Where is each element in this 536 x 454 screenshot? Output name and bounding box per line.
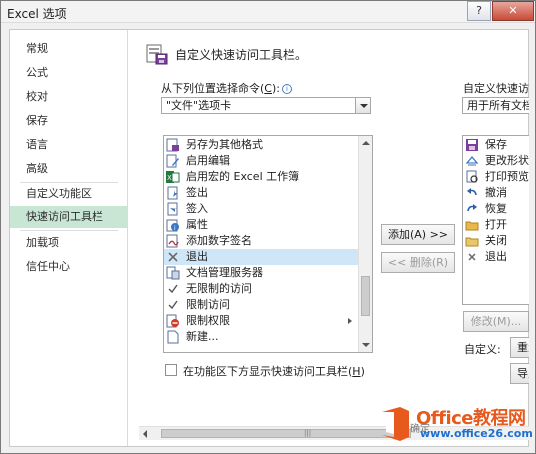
list-item[interactable]: 添加数字签名	[164, 233, 358, 249]
customizations-label: 自定义:	[464, 343, 501, 356]
open-folder-icon	[465, 221, 479, 231]
grip-icon: |||	[304, 429, 312, 437]
redo-icon	[467, 204, 477, 212]
quick-access-toolbar-icon	[146, 44, 168, 65]
print-preview-icon	[466, 170, 478, 183]
chevron-down-icon[interactable]	[355, 98, 370, 113]
list-item[interactable]: 限制权限	[164, 313, 358, 329]
sidebar-item-trust-center[interactable]: 信任中心	[10, 256, 127, 278]
check-in-icon	[167, 202, 178, 216]
change-shape-icon	[465, 155, 479, 166]
list-item[interactable]: 打印预览	[463, 169, 529, 185]
list-item[interactable]: 关闭	[463, 233, 529, 249]
dialog-content: 常规 公式 校对 保存 语言 高级 自定义功能区 快速访问工具栏 加载项 信任中…	[9, 29, 533, 448]
undo-icon	[467, 188, 477, 196]
properties-icon: i	[166, 219, 179, 232]
new-document-icon	[167, 330, 179, 344]
excel-macro-workbook-icon: X	[166, 171, 180, 183]
restrict-permission-icon	[166, 314, 179, 328]
svg-text:X: X	[167, 174, 172, 182]
customize-toolbar-dropdown[interactable]: 用于所有文档(	[462, 97, 529, 114]
list-item[interactable]: 撤消	[463, 185, 529, 201]
toolbar-items-list[interactable]: 保存 更改形状 打印预览 撤消 恢复 打开 关闭 退出	[462, 135, 529, 305]
scroll-left-icon[interactable]	[143, 430, 147, 438]
list-item[interactable]: i 属性	[164, 217, 358, 233]
sidebar-item-quick-access-toolbar[interactable]: 快速访问工具栏	[10, 206, 127, 228]
check-out-icon	[167, 186, 178, 200]
list-item[interactable]: 签入	[164, 201, 358, 217]
exit-icon	[168, 252, 178, 262]
add-button[interactable]: 添加(A) >>	[381, 224, 455, 245]
watermark-url: www.office26.com	[420, 427, 533, 440]
list-item[interactable]: 新建...	[164, 329, 358, 345]
list-item[interactable]: 签出	[164, 185, 358, 201]
customize-toolbar-label: 自定义快速访	[463, 82, 529, 95]
sidebar-divider	[20, 230, 118, 231]
document-server-icon	[166, 266, 180, 280]
office-logo-icon	[382, 407, 409, 441]
list-item[interactable]: 保存	[463, 137, 529, 153]
choose-commands-dropdown[interactable]: "文件"选项卡	[161, 97, 371, 114]
list-item[interactable]: 退出	[463, 249, 529, 265]
list-item[interactable]: 无限制的访问	[164, 281, 358, 297]
title-bar: Excel 选项 ? ✕	[1, 1, 535, 23]
save-icon	[466, 139, 478, 151]
restrict-access-icon	[168, 300, 178, 310]
quick-access-panel: 自定义快速访问工具栏。 从下列位置选择命令(C): i "文件"选项卡 自定义快速…	[129, 30, 529, 446]
enable-editing-icon	[166, 154, 179, 168]
info-icon: i	[281, 84, 292, 94]
sidebar-item-customize-ribbon[interactable]: 自定义功能区	[10, 183, 127, 205]
submenu-arrow-icon	[348, 318, 352, 324]
exit-icon	[468, 253, 476, 261]
sidebar-item-advanced[interactable]: 高级	[10, 158, 127, 180]
remove-button[interactable]: << 删除(R)	[381, 252, 455, 273]
list-item[interactable]: 限制访问	[164, 297, 358, 313]
list-item[interactable]: 另存为其他格式	[164, 137, 358, 153]
options-sidebar: 常规 公式 校对 保存 语言 高级 自定义功能区 快速访问工具栏 加载项 信任中…	[10, 30, 128, 446]
help-button[interactable]: ?	[467, 1, 491, 21]
list-item[interactable]: 打开	[463, 217, 529, 233]
sidebar-item-save[interactable]: 保存	[10, 110, 127, 132]
sidebar-item-formulas[interactable]: 公式	[10, 62, 127, 84]
modify-button[interactable]: 修改(M)...	[463, 311, 529, 332]
list-item[interactable]: 启用编辑	[164, 153, 358, 169]
save-as-icon	[166, 138, 179, 152]
choose-commands-label: 从下列位置选择命令(C): i	[161, 80, 292, 96]
sidebar-item-add-ins[interactable]: 加载项	[10, 232, 127, 254]
page-heading: 自定义快速访问工具栏。	[175, 48, 308, 62]
commands-list-scrollbar[interactable]	[358, 136, 372, 352]
close-button[interactable]: ✕	[492, 1, 534, 21]
digital-signature-icon	[166, 234, 179, 248]
list-item[interactable]: 更改形状	[463, 153, 529, 169]
show-below-ribbon-checkbox[interactable]	[165, 364, 177, 376]
unrestricted-access-icon	[168, 284, 178, 294]
scroll-up-icon[interactable]	[362, 141, 370, 145]
scroll-down-icon[interactable]	[362, 343, 370, 347]
sidebar-item-language[interactable]: 语言	[10, 134, 127, 156]
commands-list[interactable]: 另存为其他格式 启用编辑 X 启用宏的 Excel 工作簿 签出 签入 i 属性…	[163, 135, 373, 353]
watermark: 确定 Office教程网 www.office26.com	[370, 404, 533, 448]
dialog-title: Excel 选项	[7, 7, 67, 21]
reset-button[interactable]: 重置	[510, 337, 529, 358]
list-item[interactable]: X 启用宏的 Excel 工作簿	[164, 169, 358, 185]
show-below-ribbon-label: 在功能区下方显示快速访问工具栏(H)	[183, 365, 365, 378]
list-item-selected[interactable]: 退出	[164, 249, 358, 265]
import-export-button[interactable]: 导入	[510, 363, 529, 384]
scroll-thumb[interactable]	[361, 276, 370, 316]
sidebar-item-general[interactable]: 常规	[10, 38, 127, 60]
list-item[interactable]: 文档管理服务器	[164, 265, 358, 281]
list-item[interactable]: 恢复	[463, 201, 529, 217]
close-folder-icon	[465, 237, 479, 247]
excel-options-dialog: Excel 选项 ? ✕ 常规 公式 校对 保存 语言 高级 自定义功能区 快速…	[0, 0, 536, 454]
sidebar-item-proofing[interactable]: 校对	[10, 86, 127, 108]
